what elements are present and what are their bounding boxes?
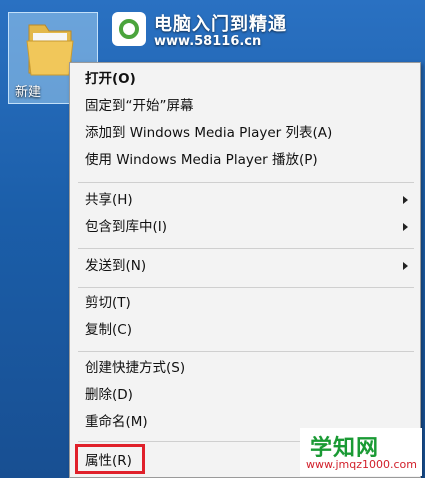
menu-item-label: 删除(D) — [85, 387, 133, 403]
menu-item-label: 创建快捷方式(S) — [85, 360, 186, 376]
menu-item-copy[interactable]: 复制(C) — [72, 319, 418, 341]
watermark-url: www.jmqz1000.com — [306, 458, 417, 471]
logo-mark-icon — [112, 12, 146, 46]
folder-label: 新建 — [15, 85, 42, 100]
menu-item-label: 复制(C) — [85, 322, 132, 338]
menu-item-open[interactable]: 打开(O) — [72, 68, 418, 90]
context-menu: 打开(O) 固定到“开始”屏幕 添加到 Windows Media Player… — [69, 62, 421, 478]
menu-item-label: 重命名(M) — [85, 414, 148, 430]
menu-item-create-shortcut[interactable]: 创建快捷方式(S) — [72, 357, 418, 379]
menu-item-label: 共享(H) — [85, 192, 133, 208]
menu-item-include-in-library[interactable]: 包含到库中(I) — [72, 216, 418, 238]
menu-item-send-to[interactable]: 发送到(N) — [72, 255, 418, 277]
menu-item-add-to-wmp-list[interactable]: 添加到 Windows Media Player 列表(A) — [72, 122, 418, 144]
logo-title: 电脑入门到精通 — [154, 14, 287, 35]
properties-highlight-box — [75, 444, 145, 474]
menu-item-cut[interactable]: 剪切(T) — [72, 292, 418, 314]
menu-separator — [78, 287, 414, 288]
menu-item-delete[interactable]: 删除(D) — [72, 384, 418, 406]
site-logo: 电脑入门到精通 www.58116.cn — [112, 10, 320, 52]
menu-item-label: 剪切(T) — [85, 295, 131, 311]
menu-item-label: 固定到“开始”屏幕 — [85, 98, 194, 114]
menu-separator — [78, 248, 414, 249]
submenu-arrow-icon — [403, 223, 408, 231]
menu-item-pin-to-start[interactable]: 固定到“开始”屏幕 — [72, 95, 418, 117]
menu-item-share[interactable]: 共享(H) — [72, 189, 418, 211]
menu-item-label: 使用 Windows Media Player 播放(P) — [85, 152, 318, 168]
menu-item-label: 打开(O) — [85, 71, 136, 87]
menu-item-play-with-wmp[interactable]: 使用 Windows Media Player 播放(P) — [72, 149, 418, 171]
watermark: 学知网 www.jmqz1000.com — [300, 428, 422, 476]
submenu-arrow-icon — [403, 196, 408, 204]
submenu-arrow-icon — [403, 262, 408, 270]
menu-item-label: 发送到(N) — [85, 258, 147, 274]
logo-url: www.58116.cn — [154, 34, 262, 49]
menu-item-label: 添加到 Windows Media Player 列表(A) — [85, 125, 333, 141]
menu-item-label: 包含到库中(I) — [85, 219, 168, 235]
menu-separator — [78, 351, 414, 352]
menu-separator — [78, 182, 414, 183]
